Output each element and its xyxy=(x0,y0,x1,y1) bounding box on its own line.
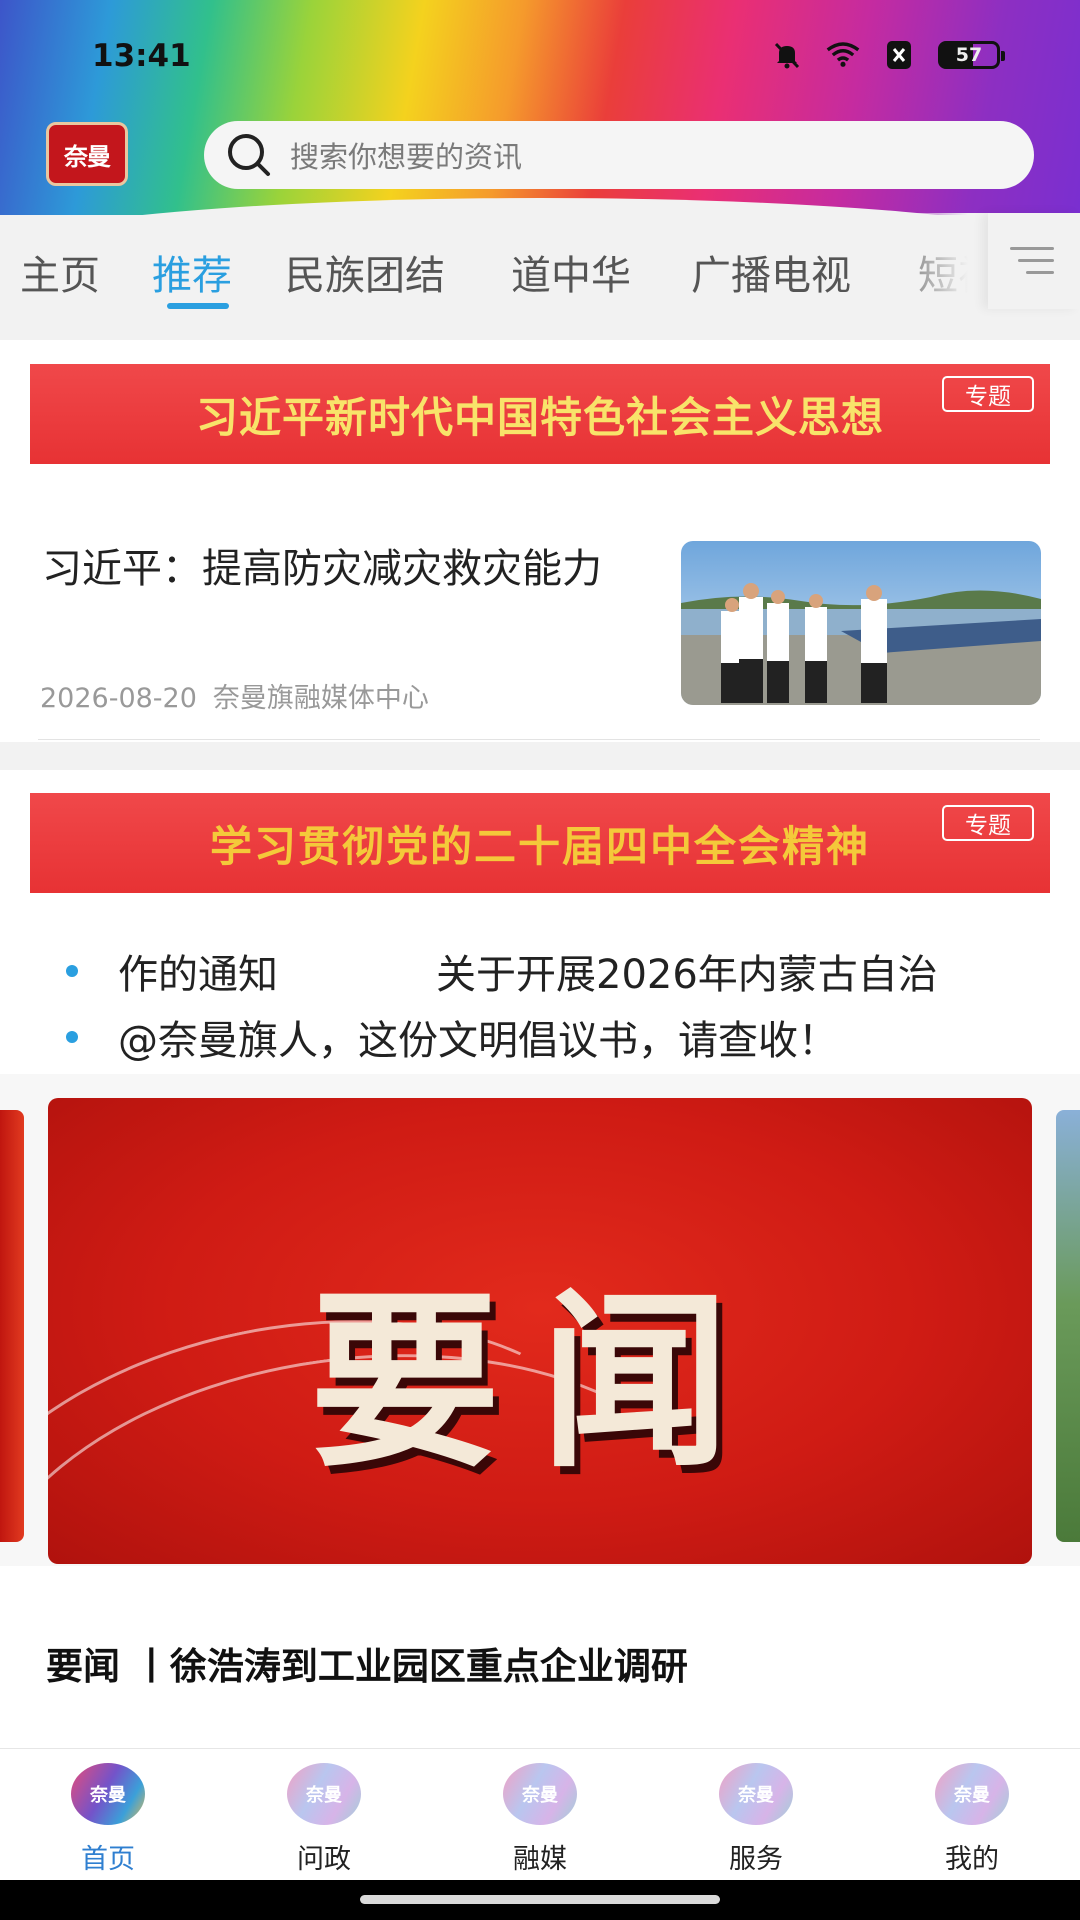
nav-label: 服务 xyxy=(729,1844,783,1875)
menu-line-3 xyxy=(1026,271,1054,274)
topic-banner-1[interactable]: 习近平新时代中国特色社会主义思想 专题 xyxy=(30,364,1050,464)
news-carousel[interactable]: 要闻 xyxy=(0,1074,1080,1566)
bullet-dot xyxy=(66,1031,78,1043)
sim-off-icon xyxy=(882,38,916,72)
news-thumbnail[interactable] xyxy=(681,541,1041,705)
nav-mine[interactable]: 奈曼 我的 xyxy=(902,1763,1042,1876)
logo-text: 奈曼 xyxy=(64,141,111,171)
slide-headline: 要闻 xyxy=(309,1272,770,1493)
rongmei-logo-icon: 奈曼 xyxy=(503,1763,577,1825)
service-logo-icon: 奈曼 xyxy=(719,1763,793,1825)
app-logo[interactable]: 奈曼 xyxy=(46,122,128,186)
battery-level: 57 xyxy=(955,44,983,66)
menu-line-2 xyxy=(1018,259,1054,262)
nav-service[interactable]: 奈曼 服务 xyxy=(686,1763,826,1876)
tab-dao-zhonghua[interactable]: 道中华 xyxy=(511,243,631,301)
topic-banner-title: 学习贯彻党的二十届四中全会精神 xyxy=(209,821,870,871)
app-header: 13:41 57 奈曼 搜索你想要的资讯 xyxy=(0,0,1080,215)
tab-recommend[interactable]: 推荐 xyxy=(152,243,232,301)
headline-text-next: 关于开展2026年内蒙古自治 xyxy=(436,952,938,996)
channel-menu-button[interactable] xyxy=(988,213,1080,309)
topic-badge: 专题 xyxy=(942,376,1034,412)
carousel-slide[interactable]: 要闻 xyxy=(48,1098,1032,1564)
news-meta: 2026-08-20 奈曼旗融媒体中心 xyxy=(40,676,429,715)
bottom-nav: 奈曼 首页 奈曼 问政 奈曼 融媒 奈曼 服务 奈曼 我的 xyxy=(0,1748,1080,1881)
tab-broadcast-tv[interactable]: 广播电视 xyxy=(691,243,851,301)
news-title[interactable]: 习近平：提高防灾减灾救灾能力 xyxy=(42,546,642,592)
headline-item[interactable]: 作的通知 关于开展2026年内蒙古自治 xyxy=(66,946,1016,996)
nav-label: 问政 xyxy=(297,1844,351,1875)
topic-badge: 专题 xyxy=(942,805,1034,841)
headline-text: @奈曼旗人，这份文明倡议书，请查收！ xyxy=(118,1018,838,1062)
tab-home[interactable]: 主页 xyxy=(20,243,100,301)
nav-rongmei[interactable]: 奈曼 融媒 xyxy=(470,1763,610,1876)
home-logo-icon: 奈曼 xyxy=(71,1763,145,1825)
news-source: 奈曼旗融媒体中心 xyxy=(212,683,429,714)
search-placeholder: 搜索你想要的资讯 xyxy=(290,140,523,174)
nav-label: 我的 xyxy=(945,1844,999,1875)
status-time: 13:41 xyxy=(92,38,191,74)
nav-label: 融媒 xyxy=(513,1844,567,1875)
carousel-next-slide[interactable] xyxy=(1056,1110,1080,1542)
tab-fade xyxy=(880,213,990,309)
wenzheng-logo-icon: 奈曼 xyxy=(287,1763,361,1825)
menu-lines-icon xyxy=(1010,247,1054,250)
battery-icon: 57 xyxy=(938,41,1005,69)
nav-label: 首页 xyxy=(81,1844,135,1875)
bullet-dot xyxy=(66,965,78,977)
bell-muted-icon xyxy=(770,38,804,72)
search-icon xyxy=(228,134,270,176)
topic-banner-title: 习近平新时代中国特色社会主义思想 xyxy=(195,392,884,442)
headline-text: 作的通知 xyxy=(118,952,278,996)
system-nav-bar xyxy=(0,1880,1080,1920)
home-gesture-handle[interactable] xyxy=(360,1895,720,1904)
divider xyxy=(38,739,1040,740)
tab-ethnic-unity[interactable]: 民族团结 xyxy=(285,243,445,301)
carousel-caption[interactable]: 要闻 丨徐浩涛到工业园区重点企业调研 xyxy=(46,1636,688,1690)
carousel-prev-slide[interactable] xyxy=(0,1110,24,1542)
news-date: 2026-08-20 xyxy=(40,683,197,714)
search-bar[interactable]: 搜索你想要的资讯 xyxy=(204,121,1034,189)
nav-wenzheng[interactable]: 奈曼 问政 xyxy=(254,1763,394,1876)
wifi-icon xyxy=(826,38,860,72)
mine-logo-icon: 奈曼 xyxy=(935,1763,1009,1825)
headline-item[interactable]: @奈曼旗人，这份文明倡议书，请查收！ xyxy=(66,1012,1016,1062)
status-icons: 57 xyxy=(770,38,1005,72)
topic-banner-2[interactable]: 学习贯彻党的二十届四中全会精神 专题 xyxy=(30,793,1050,893)
active-tab-indicator xyxy=(167,303,229,309)
nav-home[interactable]: 奈曼 首页 xyxy=(38,1763,178,1876)
